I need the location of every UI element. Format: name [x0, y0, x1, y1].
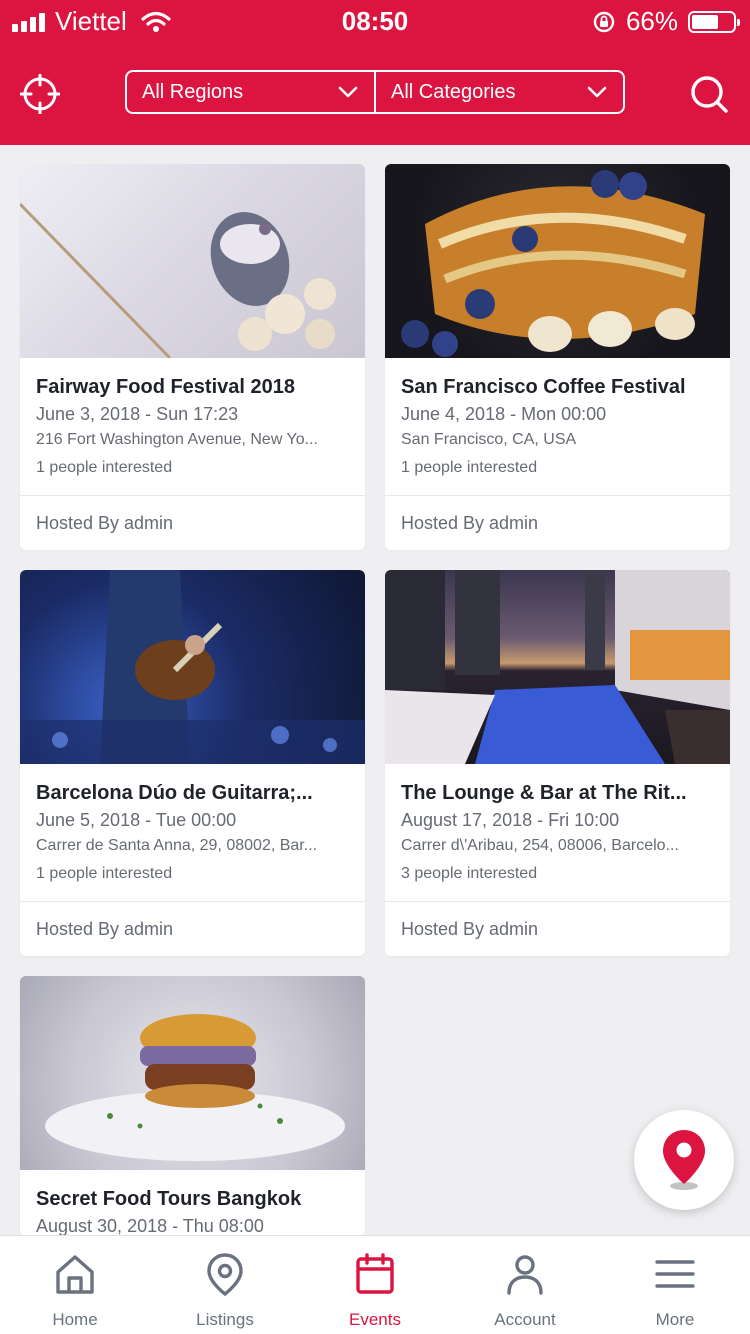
region-dropdown-label: All Regions: [142, 80, 244, 103]
tab-label: Home: [52, 1310, 98, 1329]
event-title: The Lounge & Bar at The Rit...: [401, 782, 687, 804]
home-icon: [56, 1255, 94, 1294]
search-icon[interactable]: [688, 73, 730, 115]
battery-percent: 66%: [625, 6, 678, 36]
bottom-tab-bar: Home Listings Events Account More: [0, 1235, 750, 1334]
event-interested: 1 people interested: [36, 459, 173, 476]
event-address: Carrer d\'Aribau, 254, 08006, Barcelo...: [401, 837, 679, 854]
event-card[interactable]: The Lounge & Bar at The Rit... August 17…: [385, 570, 730, 956]
chevron-down-icon: [338, 86, 358, 98]
status-bar: Viettel 08:50 66%: [0, 0, 750, 42]
tab-label: Events: [349, 1310, 401, 1329]
rotation-lock-icon: [593, 11, 615, 32]
event-address: Carrer de Santa Anna, 29, 08002, Bar...: [36, 837, 318, 854]
category-dropdown[interactable]: All Categories: [374, 72, 623, 112]
tab-account[interactable]: Account: [450, 1236, 600, 1334]
event-image: [20, 164, 365, 358]
tab-label: Account: [494, 1310, 556, 1329]
event-interested: 1 people interested: [36, 865, 173, 882]
event-date: August 17, 2018 - Fri 10:00: [401, 810, 620, 830]
app-header: Viettel 08:50 66% All Regions All Catego…: [0, 0, 750, 145]
map-view-button[interactable]: [634, 1110, 734, 1210]
event-address: San Francisco, CA, USA: [401, 431, 577, 448]
map-marker-icon: [663, 1130, 705, 1190]
events-grid: Fairway Food Festival 2018 June 3, 2018 …: [0, 145, 750, 1235]
tab-label: More: [655, 1310, 695, 1329]
event-date: August 30, 2018 - Thu 08:00: [36, 1216, 264, 1235]
crosshair-icon[interactable]: [20, 74, 60, 114]
event-card[interactable]: San Francisco Coffee Festival June 4, 20…: [385, 164, 730, 550]
tab-home[interactable]: Home: [0, 1236, 150, 1334]
user-icon: [507, 1255, 543, 1295]
event-card[interactable]: Barcelona Dúo de Guitarra;... June 5, 20…: [20, 570, 365, 956]
event-image: [385, 164, 730, 358]
map-pin-icon: [207, 1253, 243, 1296]
event-card[interactable]: Secret Food Tours Bangkok August 30, 201…: [20, 976, 365, 1235]
category-dropdown-label: All Categories: [391, 80, 516, 103]
tab-listings[interactable]: Listings: [150, 1236, 300, 1334]
event-title: San Francisco Coffee Festival: [401, 376, 686, 398]
event-date: June 5, 2018 - Tue 00:00: [36, 810, 237, 830]
event-host: Hosted By admin: [385, 901, 730, 956]
event-interested: 3 people interested: [401, 865, 538, 882]
event-host: Hosted By admin: [20, 901, 365, 956]
tab-more[interactable]: More: [600, 1236, 750, 1334]
event-interested: 1 people interested: [401, 459, 538, 476]
tab-label: Listings: [196, 1310, 254, 1329]
event-card[interactable]: Fairway Food Festival 2018 June 3, 2018 …: [20, 164, 365, 550]
event-title: Fairway Food Festival 2018: [36, 376, 295, 398]
event-image: [385, 570, 730, 764]
filter-bar: All Regions All Categories: [125, 70, 625, 114]
tab-events[interactable]: Events: [300, 1236, 450, 1334]
event-image: [20, 570, 365, 764]
menu-icon: [655, 1260, 695, 1288]
event-date: June 4, 2018 - Mon 00:00: [401, 404, 607, 424]
event-date: June 3, 2018 - Sun 17:23: [36, 404, 239, 424]
event-title: Barcelona Dúo de Guitarra;...: [36, 782, 313, 804]
chevron-down-icon: [587, 86, 607, 98]
region-dropdown[interactable]: All Regions: [127, 72, 374, 112]
event-host: Hosted By admin: [385, 495, 730, 550]
status-right: 66%: [592, 6, 740, 37]
event-host: Hosted By admin: [20, 495, 365, 550]
event-image: [20, 976, 365, 1170]
battery-icon: [688, 10, 740, 33]
event-address: 216 Fort Washington Avenue, New Yo...: [36, 431, 318, 448]
calendar-icon: [356, 1253, 394, 1294]
event-title: Secret Food Tours Bangkok: [36, 1188, 302, 1210]
